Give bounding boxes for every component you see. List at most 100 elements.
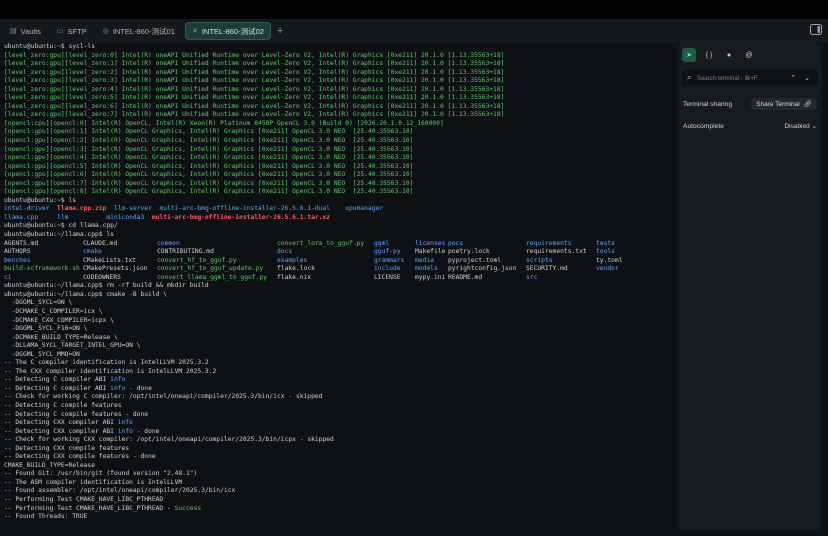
info-icon[interactable]: ● bbox=[722, 48, 736, 62]
terminal-line: [level_zero:gpu][level_zero:5] Intel(R) … bbox=[4, 94, 672, 103]
search-terminal-input[interactable]: ⌕ Search terminal - ⌘+F ⌃ ⌄ bbox=[682, 70, 818, 86]
ls-entry: AUTHORS bbox=[4, 248, 31, 256]
terminal-line: -- The ASM compiler identification is In… bbox=[4, 479, 672, 488]
terminal-text: -- Detecting C compiler ABI bbox=[4, 376, 111, 384]
braces-icon[interactable]: { } bbox=[702, 48, 716, 62]
ls-entry: convert_lora_to_gguf.py bbox=[277, 239, 365, 247]
tab-2[interactable]: ◎ INTEL-860-测试01 bbox=[97, 23, 181, 39]
tab-1[interactable]: ▭ SFTP bbox=[51, 23, 93, 39]
ls-entry: common bbox=[157, 239, 180, 247]
ls-entry: ty.toml bbox=[596, 256, 623, 264]
close-icon[interactable]: ✕ bbox=[192, 27, 198, 35]
ls-entry: README.md bbox=[448, 273, 483, 281]
terminal-line: -DCMAKE_C_COMPILER=icx \ bbox=[4, 308, 672, 317]
ls-row: AGENTS.md CLAUDE.md common convert_lora_to_… bbox=[4, 240, 672, 249]
terminal-text: - done bbox=[132, 427, 160, 435]
terminal-line: ubuntu@ubuntu:~$ sycl-ls bbox=[4, 43, 672, 52]
ls-entry: benches bbox=[4, 256, 31, 264]
terminal-text: [level_zero:gpu][level_zero:5] Intel(R) … bbox=[4, 94, 505, 102]
ls-entry: pyrightconfig.json bbox=[448, 265, 517, 273]
terminal-text: xpumanager bbox=[330, 205, 384, 213]
vault-icon: ▤ bbox=[10, 28, 17, 35]
terminal-line: -- Detecting C compile features bbox=[4, 402, 672, 411]
terminal-text: [opencl:gpu][opencl:7] Intel(R) OpenCL G… bbox=[4, 179, 414, 187]
ls-entry: tools bbox=[596, 248, 615, 256]
ls-entry: flake.lock bbox=[277, 265, 315, 273]
terminal-line: ubuntu@ubuntu:~/llama.cpp$ ls bbox=[4, 231, 672, 240]
tab-0[interactable]: ▤ Vaults bbox=[4, 23, 47, 39]
ls-row: build-xcframework.sh CMakePresets.json con… bbox=[4, 265, 672, 274]
terminal-line: ubuntu@ubuntu:~$ cd llama.cpp/ bbox=[4, 222, 672, 231]
mention-icon[interactable]: @ bbox=[742, 48, 756, 62]
terminal-text: -DLLAMA_SYCL_TARGET_INTEL_GPU=ON \ bbox=[4, 342, 141, 350]
terminal-text: [level_zero:gpu][level_zero:1] Intel(R) … bbox=[4, 60, 505, 68]
terminal-line: -- Check for working C compiler: /opt/in… bbox=[4, 393, 672, 402]
terminal-text: -- Detecting CXX compiler ABI bbox=[4, 419, 118, 427]
tab-label: SFTP bbox=[67, 26, 87, 36]
tab-label: INTEL-860-测试01 bbox=[112, 26, 175, 36]
terminal-text: llm bbox=[57, 213, 69, 221]
terminal-text: -- Detecting C compiler ABI bbox=[4, 384, 111, 392]
share-terminal-label: Share Terminal bbox=[756, 100, 800, 108]
terminal-line: [opencl:gpu][opencl:6] Intel(R) OpenCL G… bbox=[4, 171, 672, 180]
ls-entry: LICENSE bbox=[374, 273, 401, 281]
terminal-text: -- Found Git: /usr/bin/git (found versio… bbox=[4, 470, 198, 478]
terminal-text: ubuntu@ubuntu:~/llama.cpp$ cmake -B buil… bbox=[4, 290, 168, 298]
terminal-line: [level_zero:gpu][level_zero:1] Intel(R) … bbox=[4, 60, 672, 69]
ls-entry: build-xcframework.sh bbox=[4, 265, 80, 273]
send-icon[interactable]: ➤ bbox=[682, 48, 696, 62]
autocomplete-label: Autocomplete bbox=[683, 122, 724, 130]
terminal-text: -- The CXX compiler identification is In… bbox=[4, 367, 217, 375]
layout-toggle-icon[interactable] bbox=[810, 24, 822, 35]
terminal-line: [opencl:gpu][opencl:7] Intel(R) OpenCL G… bbox=[4, 180, 672, 189]
terminal-text: [opencl:gpu][opencl:3] Intel(R) OpenCL G… bbox=[4, 145, 414, 153]
autocomplete-select[interactable]: Disabled ⌄ bbox=[784, 122, 817, 130]
terminal-text: [opencl:gpu][opencl:2] Intel(R) OpenCL G… bbox=[4, 137, 414, 145]
terminal-text: -- Check for working CXX compiler: /opt/… bbox=[4, 436, 334, 444]
terminal-line: -- Performing Test CMAKE_HAVE_LIBC_PTHRE… bbox=[4, 505, 672, 514]
terminal-line: [level_zero:gpu][level_zero:2] Intel(R) … bbox=[4, 69, 672, 78]
terminal-text: -- Detecting CXX compile features - done bbox=[4, 453, 156, 461]
terminal-text: -- Detecting CXX compile features bbox=[4, 444, 130, 452]
terminal-line: -DCMAKE_CXX_COMPILER=icpx \ bbox=[4, 317, 672, 326]
ls-entry: pocs bbox=[448, 239, 464, 247]
terminal-text: -DGGML_SYCL_MMQ=ON bbox=[4, 350, 80, 358]
terminal-line: -DLLAMA_SYCL_TARGET_INTEL_GPU=ON \ bbox=[4, 342, 672, 351]
terminal-text: ubuntu@ubuntu:~$ ls bbox=[4, 196, 77, 204]
tab-3[interactable]: ✕ INTEL-860-测试02 bbox=[184, 22, 271, 40]
search-nav-arrows[interactable]: ⌃ ⌄ bbox=[790, 74, 813, 82]
ls-entry: AGENTS.md bbox=[4, 239, 39, 247]
new-tab-button[interactable]: + bbox=[277, 25, 283, 37]
ls-entry: models bbox=[415, 265, 438, 273]
terminal-text: [level_zero:gpu][level_zero:0] Intel(R) … bbox=[4, 51, 505, 59]
terminal-line: [level_zero:gpu][level_zero:6] Intel(R) … bbox=[4, 103, 672, 112]
ls-entry: convert_llama_ggml_to_gguf.py bbox=[157, 273, 267, 281]
ls-entry: grammars bbox=[374, 256, 405, 264]
ls-entry: CLAUDE.md bbox=[83, 239, 118, 247]
ls-row: benches CMakeLists.txt convert_hf_to_gguf.… bbox=[4, 257, 672, 266]
terminal-line: [level_zero:gpu][level_zero:4] Intel(R) … bbox=[4, 86, 672, 95]
share-terminal-button[interactable]: Share Terminal 🔗︎ bbox=[751, 98, 817, 110]
terminal-line: -- Detecting C compiler ABI info - done bbox=[4, 385, 672, 394]
terminal-text: -- Check for working C compiler: /opt/in… bbox=[4, 393, 323, 401]
ls-entry: examples bbox=[277, 256, 308, 264]
search-placeholder: Search terminal - ⌘+F bbox=[697, 75, 758, 82]
terminal-text: [level_zero:gpu][level_zero:6] Intel(R) … bbox=[4, 102, 505, 110]
terminal-text: miniconda3 bbox=[68, 213, 152, 221]
panel-toolbar: ➤ { } ● @ bbox=[682, 48, 756, 62]
terminal-line: -- Performing Test CMAKE_HAVE_LIBC_PTHRE… bbox=[4, 496, 672, 505]
ls-entry: pyproject.toml bbox=[448, 256, 502, 264]
terminal-text: multi-arc-bmg-offline-installer-26.5.6.1… bbox=[151, 213, 331, 221]
terminal-text: Success bbox=[174, 504, 202, 512]
link-icon: 🔗︎ bbox=[803, 101, 812, 108]
terminal-text: -- Detecting C compile features - done bbox=[4, 410, 149, 418]
ls-entry: requirements.txt bbox=[526, 248, 587, 256]
terminal-text: -DGGML_SYCL_F16=ON \ bbox=[4, 325, 88, 333]
terminal-text: llama.cpp.zip bbox=[57, 205, 107, 213]
terminal-line: [opencl:gpu][opencl:4] Intel(R) OpenCL G… bbox=[4, 154, 672, 163]
terminal-line: ubuntu@ubuntu:~/llama.cpp$ cmake -B buil… bbox=[4, 291, 672, 300]
terminal-line: -- Detecting CXX compile features - done bbox=[4, 453, 672, 462]
terminal-line: -- Detecting C compile features - done bbox=[4, 411, 672, 420]
terminal-text: -DGGML_SYCL=ON \ bbox=[4, 299, 73, 307]
terminal-output[interactable]: ubuntu@ubuntu:~$ sycl-ls [level_zero:gpu]… bbox=[4, 43, 672, 536]
